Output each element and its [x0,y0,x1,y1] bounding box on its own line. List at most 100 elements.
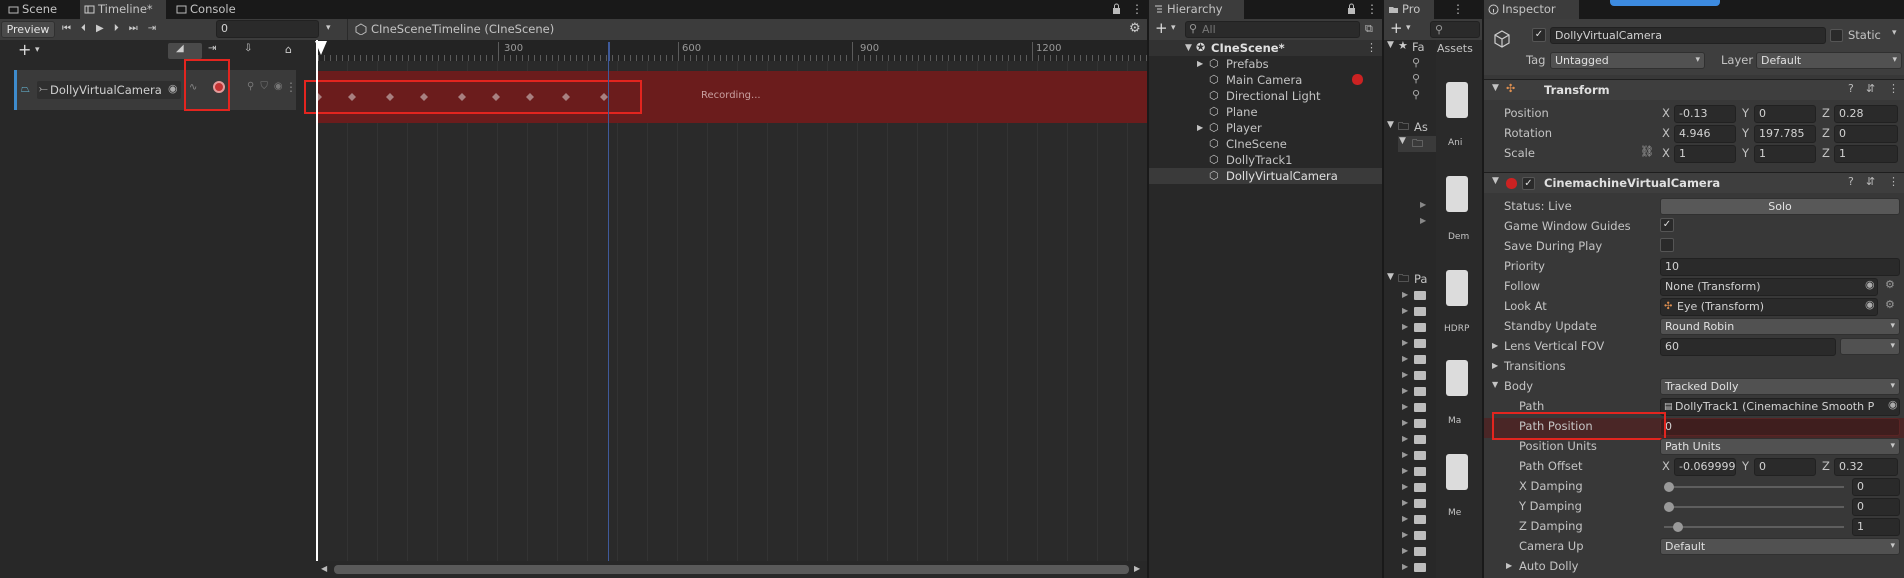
active-checkbox[interactable]: ✓ [1532,28,1546,42]
lookat-field[interactable]: ✣ Eye (Transform) [1660,298,1878,316]
preview-button[interactable]: Preview [1,21,55,38]
tab-inspector[interactable]: Inspector [1484,0,1579,19]
timeline-settings-icon[interactable]: ⚙ [1129,21,1141,36]
x-damping-field[interactable]: 0 [1852,478,1900,496]
timeline-asset-name[interactable]: CIneSceneTimeline (CIneScene) [371,22,554,36]
package-folder-row[interactable]: ▶ [1402,384,1436,400]
fov-preset-dropdown[interactable] [1840,338,1900,355]
preset-icon[interactable]: ⇵ [1866,175,1875,188]
body-expand-icon[interactable]: ▼ [1492,380,1498,389]
expand-arrow-icon[interactable]: ▶ [1402,386,1408,395]
expand-arrow-icon[interactable]: ▶ [1402,466,1408,475]
preset-icon[interactable]: ⇵ [1866,82,1875,95]
expand-arrow-icon[interactable]: ▶ [1420,200,1430,216]
next-frame-icon[interactable]: ⏵ [114,23,129,34]
expand-arrow-icon[interactable]: ▶ [1402,322,1408,331]
package-folder-row[interactable]: ▶ [1402,464,1436,480]
tab-console[interactable]: Console [172,0,242,19]
priority-field[interactable]: 10 [1660,258,1900,276]
project-add-icon[interactable]: + [1390,19,1403,37]
transform-header[interactable]: ▼ ✣ Transform ? ⇵ ⋮ [1484,79,1904,100]
vcam-header[interactable]: ▼ ✓ CinemachineVirtualCamera ? ⇵ ⋮ [1484,172,1904,193]
x-damping-slider[interactable] [1664,482,1844,492]
track-header[interactable]: ⏢ ⤚ DollyVirtualCamera ◉ ∿ ⚲⛉◉ ⋮ [14,70,297,110]
scale-z-field[interactable]: 1 [1834,145,1898,163]
expand-arrow-icon[interactable]: ▶ [1402,562,1408,571]
packages-expand-icon[interactable]: ▼ [1387,272,1394,282]
frame-field[interactable]: 0 [216,20,319,38]
solo-button[interactable]: Solo [1660,198,1900,215]
asset-thumbnail[interactable] [1446,360,1468,396]
scene-row[interactable]: ▼ ✪ CIneScene* ⋮ [1149,40,1382,56]
hierarchy-add-dropdown-icon[interactable]: ▾ [1171,23,1176,33]
expand-arrow-icon[interactable]: ▶ [1402,354,1408,363]
expand-arrow-icon[interactable]: ▶ [1197,120,1203,136]
hierarchy-lock-icon[interactable] [1347,3,1356,17]
scale-x-field[interactable]: 1 [1674,145,1736,163]
package-folder-row[interactable]: ▶ [1402,432,1436,448]
package-folder-row[interactable]: ▶ [1402,560,1436,576]
hierarchy-item-selected[interactable]: ⬡ DollyVirtualCamera [1149,168,1382,184]
package-folder-row[interactable]: ▶ [1402,496,1436,512]
hierarchy-menu-icon[interactable]: ⋮ [1366,2,1378,16]
path-offset-z-field[interactable]: 0.32 [1834,458,1898,476]
package-folder-row[interactable]: ▶ [1402,544,1436,560]
package-folder-row[interactable]: ▶ [1402,304,1436,320]
expand-arrow-icon[interactable]: ▶ [1402,514,1408,523]
fav-search-icon[interactable]: ⚲ [1412,88,1420,101]
fov-field[interactable]: 60 [1660,338,1836,356]
track-lock-mute-icons[interactable]: ⚲⛉◉ [247,81,289,92]
add-track-icon[interactable]: + [18,40,31,59]
hierarchy-item[interactable]: ▶ ⬡ Prefabs [1149,56,1382,72]
component-menu-icon[interactable]: ⋮ [1888,82,1899,95]
z-damping-slider[interactable] [1664,522,1844,532]
position-y-field[interactable]: 0 [1754,105,1816,123]
path-offset-x-field[interactable]: -0.069999 [1674,458,1736,476]
lock-icon[interactable] [1112,3,1121,14]
add-track-dropdown-icon[interactable]: ▾ [35,45,40,55]
package-folder-row[interactable]: ▶ [1402,352,1436,368]
hierarchy-item[interactable]: ⬡ Main Camera [1149,72,1382,88]
lookat-picker-icon[interactable]: ◉ [1865,298,1875,311]
transform-collapse-icon[interactable]: ▼ [1492,83,1499,93]
follow-settings-icon[interactable]: ⚙ [1885,278,1895,291]
clip-edit-mode-button[interactable] [168,43,202,59]
static-checkbox[interactable] [1830,29,1843,42]
scene-expand-icon[interactable]: ▼ [1185,40,1192,56]
expand-arrow-icon[interactable]: ▶ [1402,498,1408,507]
replace-mode-icon[interactable]: ⇩ [244,43,252,54]
body-dropdown[interactable]: Tracked Dolly [1660,378,1900,395]
lookat-settings-icon[interactable]: ⚙ [1885,298,1895,311]
asset-thumbnail[interactable] [1446,176,1468,212]
play-icon[interactable]: ▶ [96,23,114,34]
kebab-menu-icon[interactable]: ⋮ [1131,2,1143,16]
track-binding-field[interactable]: ⤚ DollyVirtualCamera ◉ [37,81,181,99]
z-damping-field[interactable]: 1 [1852,518,1900,536]
project-add-dropdown-icon[interactable]: ▾ [1406,23,1411,33]
hierarchy-item[interactable]: ▶ ⬡ Player [1149,120,1382,136]
go-to-start-icon[interactable]: ⏮ [62,23,81,34]
path-picker-icon[interactable]: ◉ [1888,398,1898,411]
track-content-area[interactable]: Recording... [304,40,1147,561]
package-folder-row[interactable]: ▶ [1402,448,1436,464]
package-folder-row[interactable]: ▶ [1402,512,1436,528]
vcam-collapse-icon[interactable]: ▼ [1492,176,1499,186]
rotation-y-field[interactable]: 197.785 [1754,125,1816,143]
snap-icon[interactable]: ⌂ [285,43,292,56]
scene-menu-icon[interactable]: ⋮ [1366,40,1377,56]
transitions-expand-icon[interactable]: ▶ [1492,361,1498,370]
help-icon[interactable]: ? [1848,175,1854,188]
layer-dropdown[interactable]: Default [1756,52,1902,69]
expand-arrow-icon[interactable]: ▶ [1402,546,1408,555]
hierarchy-item[interactable]: ⬡ Plane [1149,104,1382,120]
search-options-icon[interactable]: ⧉ [1365,22,1373,36]
time-ruler[interactable]: 300 600 900 1200 [315,40,1147,61]
package-folder-row[interactable]: ▶ [1402,368,1436,384]
ripple-mode-icon[interactable]: ⇥ [208,43,216,54]
game-window-guides-checkbox[interactable]: ✓ [1660,218,1674,232]
help-icon[interactable]: ? [1848,82,1854,95]
project-menu-icon[interactable]: ⋮ [1452,2,1464,16]
track-menu-icon[interactable]: ⋮ [285,80,297,94]
expand-arrow-icon[interactable]: ▶ [1402,450,1408,459]
y-damping-slider[interactable] [1664,502,1844,512]
